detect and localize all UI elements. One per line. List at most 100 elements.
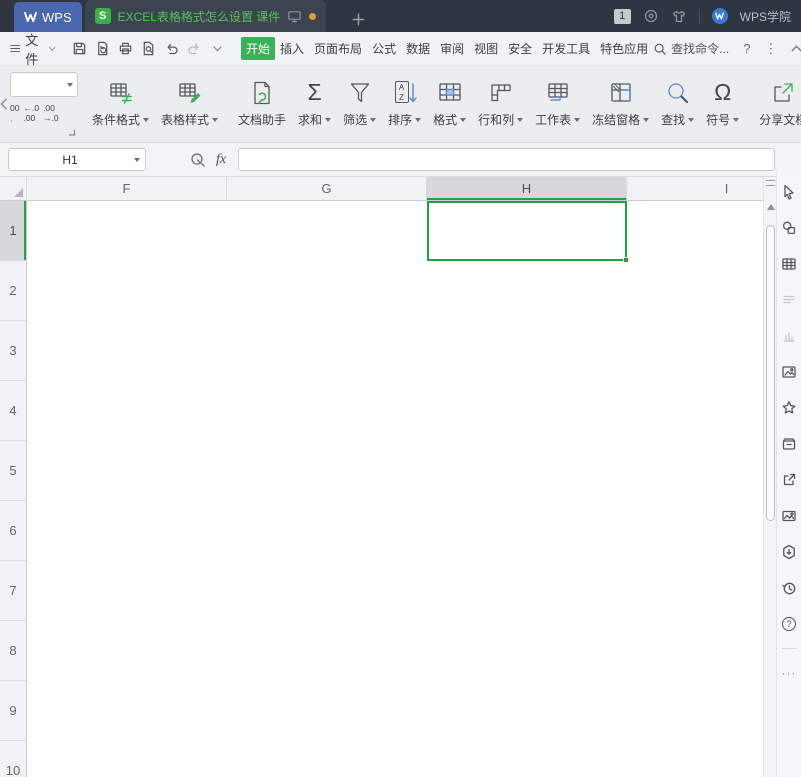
- new-tab-button[interactable]: [352, 13, 365, 26]
- fx-icon[interactable]: fx: [216, 152, 226, 168]
- wps-academy-logo-icon: [711, 8, 728, 24]
- selected-cell-h1[interactable]: [427, 201, 629, 263]
- select-cursor-button[interactable]: [777, 174, 801, 210]
- tab-data[interactable]: 数据: [401, 37, 435, 60]
- print-preview-button[interactable]: [137, 37, 160, 61]
- row-header-2[interactable]: 2: [0, 261, 26, 321]
- more-tools-button[interactable]: ···: [777, 655, 801, 691]
- function-search-icon[interactable]: [190, 152, 206, 168]
- save-button[interactable]: [68, 37, 91, 61]
- scrollbar-thumb[interactable]: [766, 225, 775, 521]
- row-header-10[interactable]: 10: [0, 741, 26, 777]
- conditional-format-button[interactable]: 条件格式: [86, 72, 155, 136]
- tab-home[interactable]: 开始: [241, 37, 276, 60]
- share-document-button[interactable]: 分享文档: [753, 72, 801, 136]
- document-assistant-button[interactable]: 文档助手: [232, 72, 292, 136]
- help-button[interactable]: ?: [743, 41, 750, 56]
- quick-access-dropdown[interactable]: [206, 37, 229, 61]
- button-label: 表格样式: [161, 113, 210, 127]
- shapes-button[interactable]: [777, 210, 801, 246]
- cell-grid[interactable]: [27, 201, 763, 777]
- insert-table-button[interactable]: [777, 246, 801, 282]
- freeze-panes-button[interactable]: 冻结窗格: [586, 72, 655, 136]
- tab-review[interactable]: 审阅: [435, 37, 469, 60]
- quick-access-toolbar: [68, 37, 229, 61]
- tab-formulas[interactable]: 公式: [367, 37, 401, 60]
- export-pdf-button[interactable]: [91, 37, 114, 61]
- number-format-combobox[interactable]: [10, 72, 78, 97]
- sort-az-icon: AZ: [392, 80, 418, 106]
- symbol-button[interactable]: Ω 符号: [700, 72, 745, 136]
- wps-logo-icon: [24, 11, 37, 23]
- document-tab[interactable]: S EXCEL表格格式怎么设置 课件: [84, 0, 327, 32]
- file-menu-button[interactable]: 文件: [0, 30, 64, 68]
- split-handle[interactable]: [766, 180, 775, 186]
- panel-collapse-arrow[interactable]: [0, 98, 8, 110]
- scroll-up-arrow[interactable]: [767, 204, 775, 210]
- decrease-decimal-button[interactable]: .00 →.0: [43, 103, 59, 123]
- message-count-badge[interactable]: 1: [613, 8, 631, 24]
- more-commands-button[interactable]: ⋮: [764, 41, 777, 57]
- number-format-panel: 00 , ←.0 .00 .00 →.0: [10, 72, 78, 136]
- tab-page-layout[interactable]: 页面布局: [309, 37, 367, 60]
- formula-input[interactable]: [238, 148, 775, 171]
- column-header-i[interactable]: I: [627, 177, 763, 200]
- row-header-4[interactable]: 4: [0, 381, 26, 441]
- column-header-g[interactable]: G: [227, 177, 427, 200]
- dialog-launcher-icon[interactable]: [68, 128, 76, 136]
- shapes-icon: [782, 221, 796, 235]
- chevron-down-icon: [460, 117, 467, 122]
- help-panel-button[interactable]: ?: [777, 606, 801, 642]
- spreadsheet-doc-icon: S: [94, 8, 111, 24]
- column-header-f[interactable]: F: [27, 177, 227, 200]
- name-box[interactable]: H1: [8, 148, 146, 171]
- picture-library-button[interactable]: [777, 354, 801, 390]
- omega-icon: Ω: [714, 79, 732, 105]
- row-header-1[interactable]: 1: [0, 201, 26, 261]
- row-header-3[interactable]: 3: [0, 321, 26, 381]
- tab-dev-tools[interactable]: 开发工具: [537, 37, 595, 60]
- increase-decimal-button[interactable]: ←.0 .00: [23, 103, 39, 123]
- tab-view[interactable]: 视图: [469, 37, 503, 60]
- filter-funnel-icon: [350, 83, 369, 103]
- vertical-scrollbar[interactable]: [763, 177, 776, 777]
- format-button[interactable]: 格式: [427, 72, 472, 136]
- sort-button[interactable]: AZ 排序: [382, 72, 427, 136]
- row-header-8[interactable]: 8: [0, 621, 26, 681]
- undo-button[interactable]: [160, 37, 183, 61]
- sum-button[interactable]: Σ 求和: [292, 72, 337, 136]
- favorites-button[interactable]: [777, 390, 801, 426]
- tab-security[interactable]: 安全: [503, 37, 537, 60]
- row-header-7[interactable]: 7: [0, 561, 26, 621]
- image-panel-button[interactable]: [777, 498, 801, 534]
- thousands-separator-button[interactable]: 00 ,: [10, 103, 19, 123]
- print-button[interactable]: [114, 37, 137, 61]
- rows-columns-button[interactable]: 行和列: [472, 72, 529, 136]
- row-header-9[interactable]: 9: [0, 681, 26, 741]
- select-all-corner[interactable]: [0, 177, 27, 200]
- monitor-icon[interactable]: [287, 9, 302, 24]
- collapse-ribbon-button[interactable]: [791, 45, 801, 52]
- find-button[interactable]: 查找: [655, 72, 700, 136]
- tab-insert[interactable]: 插入: [275, 37, 309, 60]
- column-header-h[interactable]: H: [427, 177, 627, 200]
- tab-special-features[interactable]: 特色应用: [595, 37, 653, 60]
- worksheet-button[interactable]: 工作表: [529, 72, 586, 136]
- fill-handle[interactable]: [623, 257, 629, 263]
- record-icon[interactable]: [643, 8, 659, 24]
- file-box-button[interactable]: [777, 426, 801, 462]
- wps-menu-button[interactable]: WPS: [14, 2, 82, 32]
- chevron-down-icon: [643, 117, 650, 122]
- history-button[interactable]: [777, 570, 801, 606]
- skin-icon[interactable]: [671, 9, 687, 24]
- row-header-5[interactable]: 5: [0, 441, 26, 501]
- wps-academy-link[interactable]: WPS学院: [740, 8, 791, 25]
- button-label: 筛选: [343, 113, 368, 127]
- row-header-6[interactable]: 6: [0, 501, 26, 561]
- redo-button[interactable]: [183, 37, 206, 61]
- share-panel-button[interactable]: [777, 462, 801, 498]
- resources-button[interactable]: [777, 534, 801, 570]
- find-command-button[interactable]: 查找命令...: [653, 40, 729, 57]
- filter-button[interactable]: 筛选: [337, 72, 382, 136]
- table-style-button[interactable]: 表格样式: [155, 72, 224, 136]
